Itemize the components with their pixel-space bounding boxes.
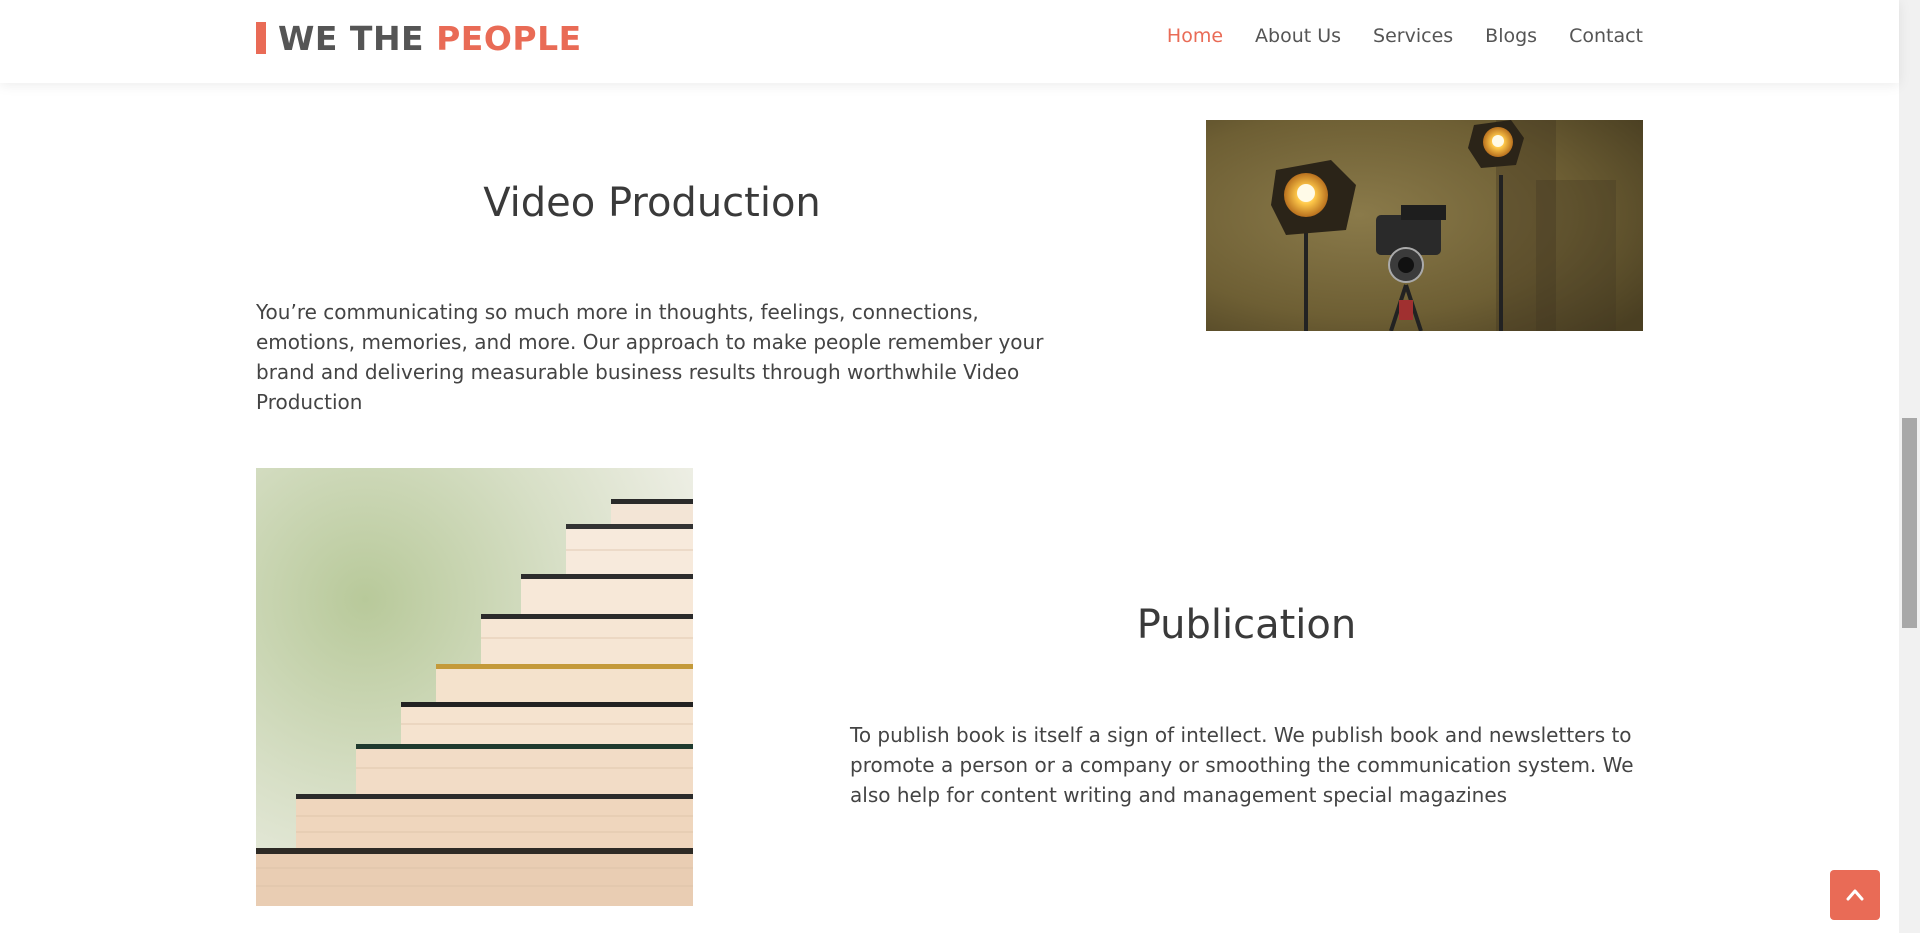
chevron-up-icon	[1846, 889, 1864, 901]
logo-text: WE THE PEOPLE	[278, 19, 582, 58]
site-header: WE THE PEOPLE Home About Us Services Blo…	[0, 0, 1899, 83]
vertical-scrollbar[interactable]	[1899, 0, 1920, 933]
publication-image	[256, 468, 693, 906]
main-nav: Home About Us Services Blogs Contact	[1135, 25, 1643, 47]
publication-text: To publish book is itself a sign of inte…	[850, 723, 1634, 807]
nav-about-us[interactable]: About Us	[1255, 25, 1341, 47]
video-production-image	[1206, 120, 1643, 331]
publication-title: Publication	[1136, 602, 1357, 648]
nav-services[interactable]: Services	[1373, 25, 1453, 47]
logo-accent-bar	[256, 22, 266, 54]
back-to-top-button[interactable]	[1830, 870, 1880, 920]
nav-contact[interactable]: Contact	[1569, 25, 1643, 47]
stacked-books-photo	[256, 468, 693, 906]
video-production-text: You’re communicating so much more in tho…	[256, 300, 1044, 414]
nav-home[interactable]: Home	[1167, 25, 1223, 47]
logo-we-the: WE THE	[278, 18, 425, 58]
video-lights-camera-photo	[1206, 120, 1643, 331]
nav-blogs[interactable]: Blogs	[1485, 25, 1537, 47]
video-production-title: Video Production	[483, 180, 821, 226]
scrollbar-thumb[interactable]	[1902, 418, 1917, 628]
site-logo[interactable]: WE THE PEOPLE	[256, 19, 582, 58]
logo-people: PEOPLE	[436, 18, 582, 58]
